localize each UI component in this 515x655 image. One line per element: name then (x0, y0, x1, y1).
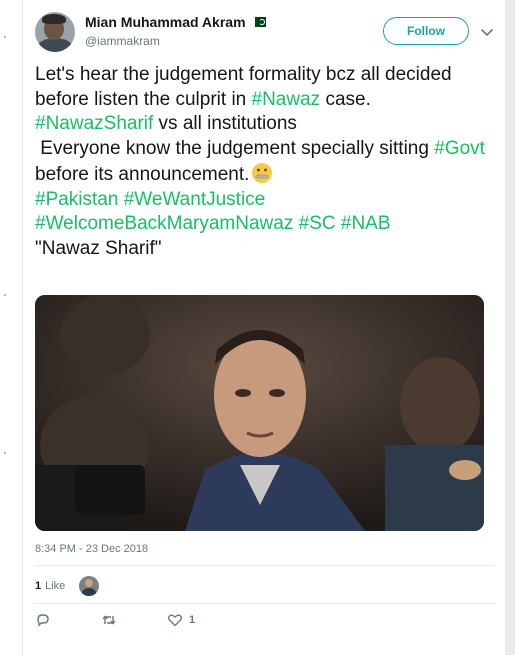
liker-avatar[interactable] (79, 576, 100, 596)
reply-button[interactable] (35, 612, 51, 628)
likes-count: 1 (35, 580, 42, 592)
author-block[interactable]: Mian Muhammad Akram @iammakram (85, 14, 266, 48)
hashtag-link[interactable]: #Nawaz (252, 89, 321, 110)
edge-marker (4, 452, 6, 454)
zipper-mouth-emoji-icon (252, 162, 273, 183)
divider (35, 603, 495, 604)
likes-label: Like (45, 580, 66, 592)
edge-marker (4, 294, 6, 296)
like-button[interactable]: 1 (167, 612, 195, 628)
photo-image (35, 295, 484, 531)
display-name[interactable]: Mian Muhammad Akram (85, 14, 246, 30)
avatar[interactable] (35, 12, 75, 52)
hashtag-link[interactable]: #WeWantJustice (124, 189, 266, 210)
pakistan-flag-icon (251, 17, 266, 27)
chevron-down-icon[interactable] (479, 24, 495, 40)
follow-button[interactable]: Follow (383, 17, 469, 45)
hashtag-link[interactable]: #SC (299, 213, 336, 234)
hashtag-link[interactable]: #Pakistan (35, 189, 118, 210)
handle[interactable]: @iammakram (85, 34, 266, 48)
tweet-text-segment: case. (325, 88, 371, 110)
tweet-header: Mian Muhammad Akram @iammakram Follow (35, 10, 495, 54)
tweet-card: Mian Muhammad Akram @iammakram Follow Le… (22, 0, 506, 655)
tweet-text-segment: "Nawaz Sharif" (35, 237, 162, 259)
timestamp[interactable]: 8:34 PM - 23 Dec 2018 (35, 543, 148, 555)
reply-icon (37, 614, 49, 627)
tweet-photo[interactable] (35, 295, 484, 531)
hashtag-link[interactable]: #NAB (341, 213, 391, 234)
likes-row[interactable]: 1 Like (35, 572, 100, 600)
hashtag-link[interactable]: #Govt (434, 138, 485, 159)
like-count: 1 (189, 614, 196, 626)
left-edge-strip (0, 0, 22, 655)
tweet-text-segment: Let's hear the judgement formality bcz a… (35, 64, 457, 110)
hashtag-link[interactable]: #NawazSharif (35, 113, 153, 134)
edge-marker (4, 36, 6, 38)
heart-icon (168, 614, 182, 627)
hashtag-link[interactable]: #WelcomeBackMaryamNawaz (35, 213, 293, 234)
tweet-text: Let's hear the judgement formality bcz a… (35, 63, 495, 262)
retweet-button[interactable] (101, 612, 117, 628)
divider (35, 565, 495, 566)
retweet-icon (102, 615, 116, 625)
